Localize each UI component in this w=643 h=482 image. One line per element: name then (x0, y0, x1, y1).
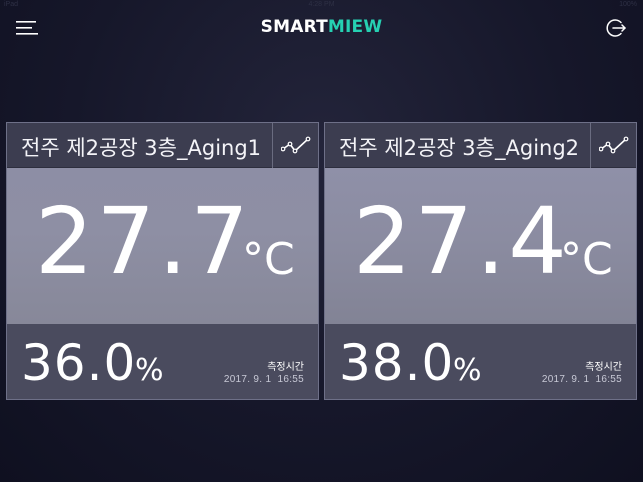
sensor-card-aging2[interactable]: 전주 제2공장 3층_Aging2 27.4 °C 38.0 % 측정시간 20… (324, 122, 637, 400)
app-header: SMARTMIEW (0, 12, 643, 46)
measure-time-label: 측정시간 (267, 362, 304, 373)
card-title-bar: 전주 제2공장 3층_Aging1 (7, 123, 318, 168)
logo-text-miew: MIEW (327, 17, 383, 37)
card-title-bar: 전주 제2공장 3층_Aging2 (325, 123, 636, 168)
measure-time-value: 2017. 9. 1 16:55 (541, 374, 622, 385)
temperature-value: 27.7 (35, 188, 252, 295)
temperature-panel: 27.7 °C (7, 168, 318, 324)
line-chart-icon (280, 136, 310, 153)
measure-time-value: 2017. 9. 1 16:55 (223, 374, 304, 385)
temperature-unit: °C (242, 234, 295, 285)
temperature-unit: °C (560, 234, 613, 285)
card-title: 전주 제2공장 3층_Aging1 (21, 136, 262, 160)
measure-time-label: 측정시간 (585, 362, 622, 373)
humidity-panel: 38.0 % 측정시간 2017. 9. 1 16:55 (325, 324, 636, 399)
app-logo: SMARTMIEW (0, 17, 643, 37)
humidity-unit: % (135, 353, 164, 388)
humidity-value: 36.0 (21, 334, 137, 392)
graph-button[interactable] (272, 123, 318, 168)
sensor-card-aging1[interactable]: 전주 제2공장 3층_Aging1 27.7 °C 36.0 % 측정시간 20… (6, 122, 319, 400)
humidity-panel: 36.0 % 측정시간 2017. 9. 1 16:55 (7, 324, 318, 399)
battery-label: 100% (619, 1, 637, 8)
temperature-value: 27.4 (353, 188, 570, 295)
humidity-value: 38.0 (339, 334, 455, 392)
status-time: 4:28 PM (308, 1, 335, 8)
logout-icon[interactable] (605, 17, 627, 39)
temperature-panel: 27.4 °C (325, 168, 636, 324)
graph-button[interactable] (590, 123, 636, 168)
logo-text-smart: SMART (260, 17, 328, 37)
card-title: 전주 제2공장 3층_Aging2 (339, 136, 580, 160)
humidity-unit: % (453, 353, 482, 388)
status-bar: iPad 4:28 PM 100% (0, 0, 643, 12)
line-chart-icon (598, 136, 628, 153)
